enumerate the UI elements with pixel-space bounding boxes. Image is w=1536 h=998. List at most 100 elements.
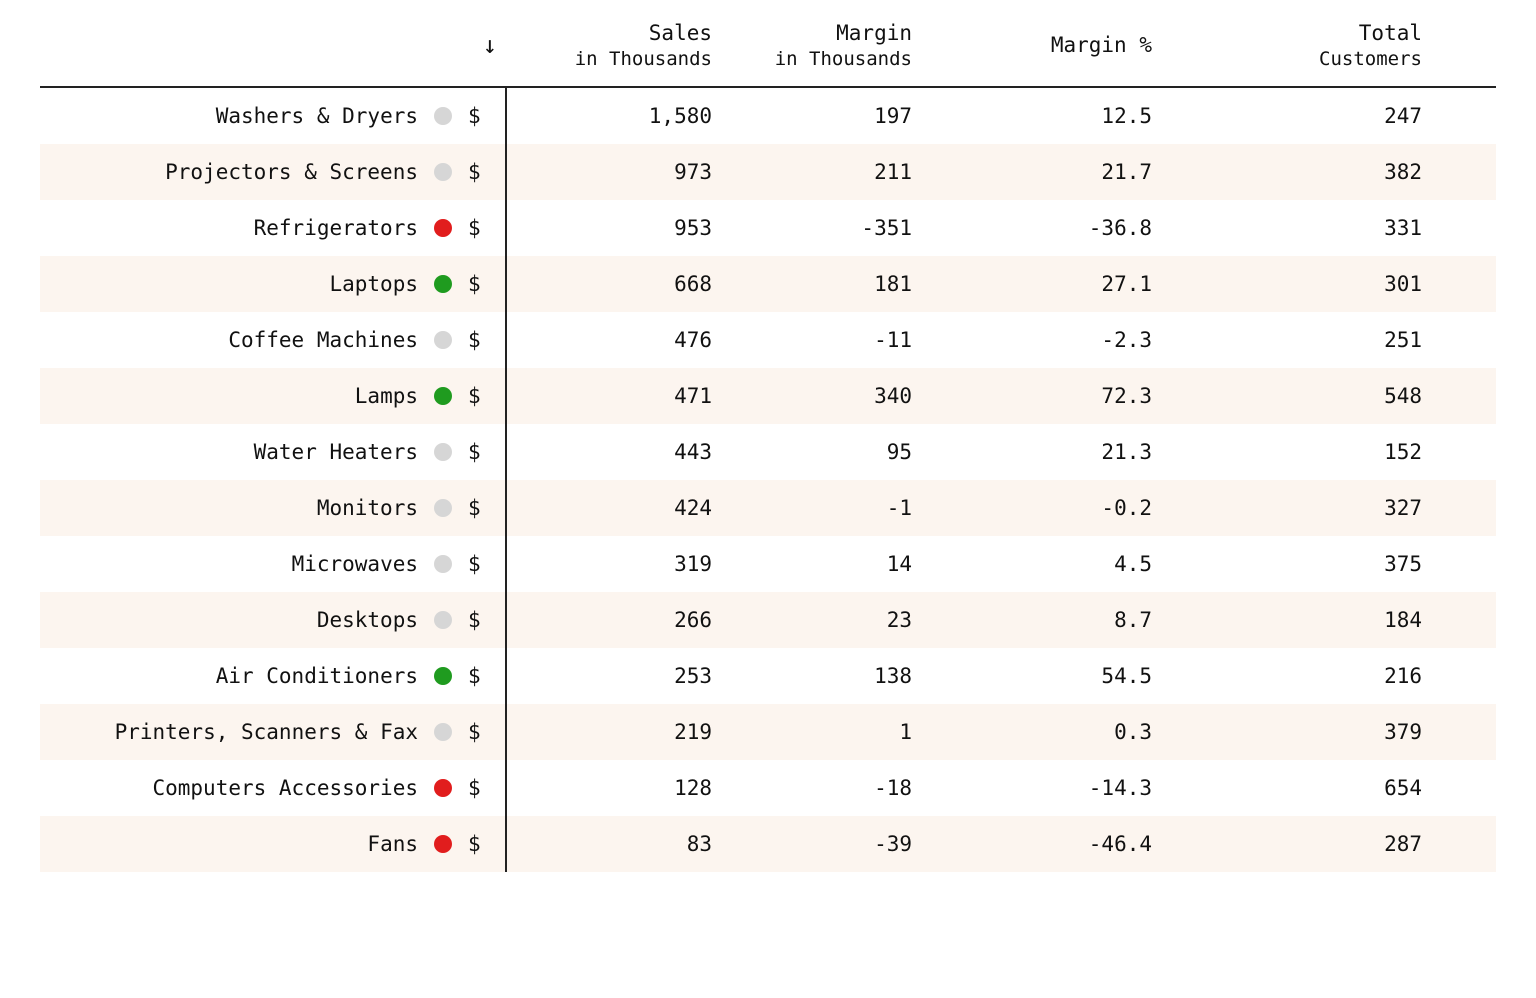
sales-value: 668 bbox=[520, 256, 720, 312]
margin-value: 23 bbox=[720, 592, 920, 648]
category-label: Lamps bbox=[355, 384, 418, 408]
sales-value: 319 bbox=[520, 536, 720, 592]
customers-value: 287 bbox=[1160, 816, 1430, 872]
currency-symbol: $ bbox=[460, 368, 520, 424]
category-cell: Monitors bbox=[40, 480, 460, 536]
customers-value: 331 bbox=[1160, 200, 1430, 256]
category-cell: Refrigerators bbox=[40, 200, 460, 256]
customers-value: 379 bbox=[1160, 704, 1430, 760]
currency-symbol: $ bbox=[460, 816, 520, 872]
table-row[interactable]: Water Heaters$4439521.3152 bbox=[40, 424, 1496, 480]
status-dot-icon bbox=[434, 499, 452, 517]
margin-value: 197 bbox=[720, 88, 920, 144]
table-row[interactable]: Air Conditioners$25313854.5216 bbox=[40, 648, 1496, 704]
margin-value: -18 bbox=[720, 760, 920, 816]
category-label: Refrigerators bbox=[254, 216, 418, 240]
table-row[interactable]: Computers Accessories $128-18-14.3654 bbox=[40, 760, 1496, 816]
category-label: Microwaves bbox=[292, 552, 418, 576]
currency-symbol: $ bbox=[460, 88, 520, 144]
margin-value: 1 bbox=[720, 704, 920, 760]
status-dot-icon bbox=[434, 443, 452, 461]
header-sales[interactable]: Sales in Thousands bbox=[520, 10, 720, 86]
category-label: Fans bbox=[367, 832, 418, 856]
sales-value: 973 bbox=[520, 144, 720, 200]
margin-pct-value: 8.7 bbox=[920, 592, 1160, 648]
customers-value: 247 bbox=[1160, 88, 1430, 144]
margin-value: -1 bbox=[720, 480, 920, 536]
category-cell: Laptops bbox=[40, 256, 460, 312]
currency-symbol: $ bbox=[460, 200, 520, 256]
margin-pct-value: 27.1 bbox=[920, 256, 1160, 312]
margin-pct-value: 21.3 bbox=[920, 424, 1160, 480]
table-row[interactable]: Fans$83-39-46.4287 bbox=[40, 816, 1496, 872]
sort-desc-icon: ↓ bbox=[483, 31, 497, 59]
sales-value: 1,580 bbox=[520, 88, 720, 144]
sales-value: 471 bbox=[520, 368, 720, 424]
table-row[interactable]: Printers, Scanners & Fax$21910.3379 bbox=[40, 704, 1496, 760]
currency-symbol: $ bbox=[460, 144, 520, 200]
category-cell: Fans bbox=[40, 816, 460, 872]
category-cell: Washers & Dryers bbox=[40, 88, 460, 144]
table-row[interactable]: Monitors$424-1-0.2327 bbox=[40, 480, 1496, 536]
sales-value: 219 bbox=[520, 704, 720, 760]
margin-value: 211 bbox=[720, 144, 920, 200]
header-sales-title: Sales bbox=[649, 21, 712, 45]
status-dot-icon bbox=[434, 387, 452, 405]
category-label: Desktops bbox=[317, 608, 418, 632]
category-label: Computers Accessories bbox=[152, 776, 418, 800]
table-body: Washers & Dryers$1,58019712.5247Projecto… bbox=[40, 88, 1496, 872]
header-customers-title: Total bbox=[1359, 21, 1422, 45]
customers-value: 654 bbox=[1160, 760, 1430, 816]
category-label: Water Heaters bbox=[254, 440, 418, 464]
header-sales-sub: in Thousands bbox=[528, 47, 712, 72]
header-sort[interactable]: ↓ bbox=[460, 20, 520, 75]
header-margin[interactable]: Margin in Thousands bbox=[720, 10, 920, 86]
currency-symbol: $ bbox=[460, 480, 520, 536]
currency-symbol: $ bbox=[460, 760, 520, 816]
header-margin-sub: in Thousands bbox=[728, 47, 912, 72]
table-row[interactable]: Coffee Machines$476-11-2.3251 bbox=[40, 312, 1496, 368]
sales-value: 476 bbox=[520, 312, 720, 368]
sales-value: 128 bbox=[520, 760, 720, 816]
sales-value: 953 bbox=[520, 200, 720, 256]
header-customers[interactable]: Total Customers bbox=[1160, 10, 1430, 86]
table-row[interactable]: Microwaves$319144.5375 bbox=[40, 536, 1496, 592]
customers-value: 301 bbox=[1160, 256, 1430, 312]
table-row[interactable]: Lamps$47134072.3548 bbox=[40, 368, 1496, 424]
customers-value: 152 bbox=[1160, 424, 1430, 480]
customers-value: 327 bbox=[1160, 480, 1430, 536]
status-dot-icon bbox=[434, 163, 452, 181]
margin-pct-value: -14.3 bbox=[920, 760, 1160, 816]
sales-value: 253 bbox=[520, 648, 720, 704]
currency-symbol: $ bbox=[460, 592, 520, 648]
header-margin-pct[interactable]: Margin % bbox=[920, 22, 1160, 73]
margin-pct-value: -2.3 bbox=[920, 312, 1160, 368]
table-header: ↓ Sales in Thousands Margin in Thousands… bbox=[40, 10, 1496, 88]
margin-value: 340 bbox=[720, 368, 920, 424]
category-cell: Coffee Machines bbox=[40, 312, 460, 368]
customers-value: 382 bbox=[1160, 144, 1430, 200]
table-row[interactable]: Laptops $66818127.1301 bbox=[40, 256, 1496, 312]
header-category bbox=[40, 36, 460, 60]
margin-pct-value: 21.7 bbox=[920, 144, 1160, 200]
status-dot-icon bbox=[434, 107, 452, 125]
category-cell: Desktops bbox=[40, 592, 460, 648]
category-cell: Water Heaters bbox=[40, 424, 460, 480]
table-row[interactable]: Refrigerators$953-351-36.8331 bbox=[40, 200, 1496, 256]
category-cell: Computers Accessories bbox=[40, 760, 460, 816]
category-cell: Printers, Scanners & Fax bbox=[40, 704, 460, 760]
category-cell: Microwaves bbox=[40, 536, 460, 592]
category-label: Printers, Scanners & Fax bbox=[115, 720, 418, 744]
category-label: Laptops bbox=[329, 272, 418, 296]
currency-symbol: $ bbox=[460, 256, 520, 312]
category-label: Air Conditioners bbox=[216, 664, 418, 688]
status-dot-icon bbox=[434, 667, 452, 685]
header-margin-pct-title: Margin % bbox=[1051, 33, 1152, 57]
margin-value: -11 bbox=[720, 312, 920, 368]
customers-value: 548 bbox=[1160, 368, 1430, 424]
margin-value: 181 bbox=[720, 256, 920, 312]
customers-value: 251 bbox=[1160, 312, 1430, 368]
table-row[interactable]: Desktops$266238.7184 bbox=[40, 592, 1496, 648]
table-row[interactable]: Projectors & Screens$97321121.7382 bbox=[40, 144, 1496, 200]
table-row[interactable]: Washers & Dryers$1,58019712.5247 bbox=[40, 88, 1496, 144]
